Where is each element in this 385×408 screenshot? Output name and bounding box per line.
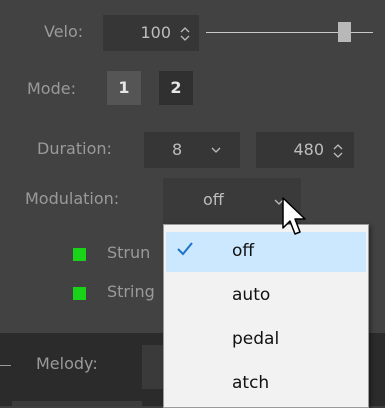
strum-label: Strun xyxy=(107,243,151,262)
velo-slider-thumb[interactable] xyxy=(338,22,352,42)
menu-item-auto[interactable]: auto xyxy=(166,276,366,316)
velo-value: 100 xyxy=(140,23,171,42)
mode-button-1[interactable]: 1 xyxy=(107,71,141,105)
menu-item-label: auto xyxy=(232,285,271,305)
strum-checkbox[interactable] xyxy=(73,248,86,261)
menu-item-label: off xyxy=(232,241,255,261)
menu-item-label: atch xyxy=(232,373,270,393)
duration-ticks-value: 480 xyxy=(293,140,324,159)
chevron-down-icon[interactable] xyxy=(210,146,222,154)
melody-label: Melody: xyxy=(36,354,98,373)
mode-label: Mode: xyxy=(27,79,76,98)
menu-item-off[interactable]: off xyxy=(166,232,366,272)
menu-item-label: pedal xyxy=(232,329,280,349)
menu-item-atch[interactable]: atch xyxy=(166,364,366,404)
modulation-label: Modulation: xyxy=(25,189,120,208)
duration-ticks-spinbox[interactable]: 480 xyxy=(256,132,354,168)
bottom-bar xyxy=(12,401,142,406)
menu-item-pedal[interactable]: pedal xyxy=(166,320,366,360)
midi-settings-panel: Velo: 100 Mode: 1 2 Duration: 8 480 Modu… xyxy=(0,0,385,408)
mouse-pointer-icon xyxy=(282,197,306,235)
chevron-up-down-icon[interactable] xyxy=(179,26,191,42)
duration-note-dropdown[interactable]: 8 xyxy=(144,132,240,168)
string-label: String xyxy=(107,282,155,301)
mode-button-2[interactable]: 2 xyxy=(159,71,193,105)
velo-spinbox[interactable]: 100 xyxy=(103,15,199,51)
string-checkbox[interactable] xyxy=(73,287,86,300)
duration-label: Duration: xyxy=(37,139,112,158)
chevron-up-down-icon[interactable] xyxy=(332,143,344,159)
modulation-value: off xyxy=(203,190,224,209)
velo-label: Velo: xyxy=(44,22,84,41)
modulation-dropdown-menu: off auto pedal atch xyxy=(163,224,369,408)
divider xyxy=(0,365,11,366)
duration-note-value: 8 xyxy=(172,140,183,159)
check-icon xyxy=(177,242,193,256)
